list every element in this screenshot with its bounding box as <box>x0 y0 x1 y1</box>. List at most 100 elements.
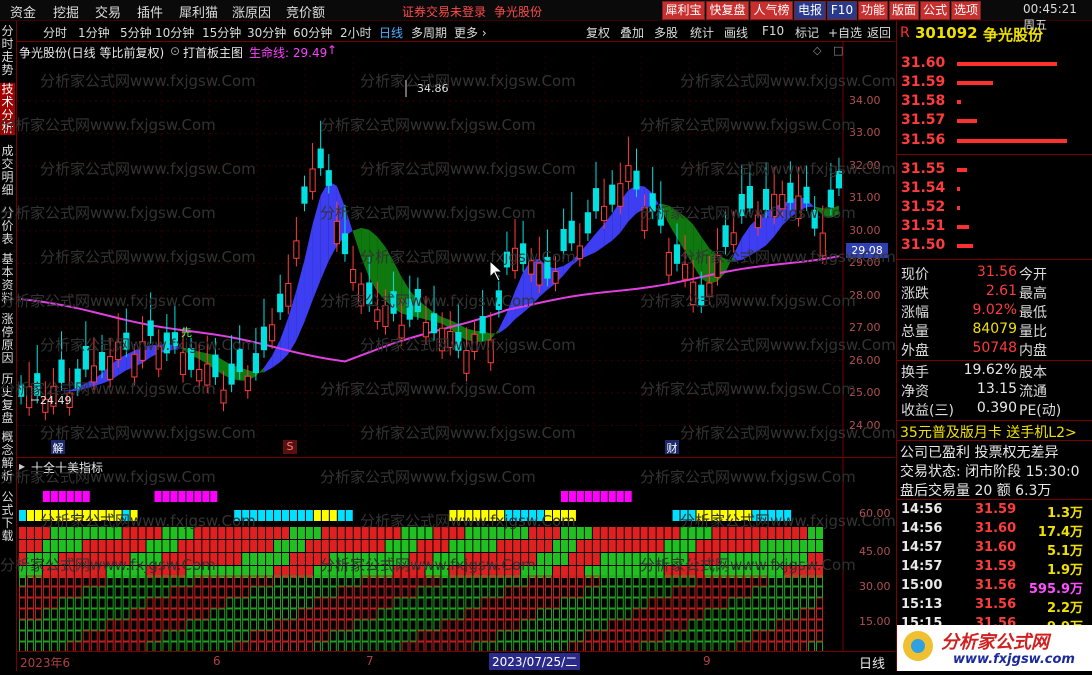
signal-cell <box>465 553 473 565</box>
period-indicator[interactable]: 日线 <box>859 653 885 672</box>
signal-cell-outline <box>720 619 728 631</box>
tab-concept[interactable]: 概念解析 <box>0 431 15 483</box>
signal-cell <box>465 527 473 539</box>
xilibao-button[interactable]: 犀利宝 <box>662 1 705 20</box>
function-button[interactable]: 功能 <box>858 1 888 20</box>
period-30min[interactable]: 30分钟 <box>247 24 286 41</box>
signal-cell-outline <box>186 619 194 631</box>
signal-cell <box>537 540 545 552</box>
f10-button[interactable]: F10 <box>762 24 784 38</box>
signal-cell-outline <box>808 597 816 609</box>
tab-technical[interactable]: 技术分析 <box>0 83 15 135</box>
signal-cell <box>497 540 505 552</box>
signal-cell-outline <box>58 597 66 609</box>
signal-cell <box>720 527 728 539</box>
menu-item-trade[interactable]: 交易 <box>95 2 121 21</box>
tab-price-table[interactable]: 分价表 <box>0 207 15 246</box>
formula-button[interactable]: 公式 <box>920 1 950 20</box>
tab-formula-download[interactable]: 公式下载 <box>0 491 15 543</box>
subchart-menu-icon[interactable]: ▸ <box>19 459 25 473</box>
signal-cell <box>417 527 425 539</box>
menu-item-xilimao[interactable]: 犀利猫 <box>179 2 218 21</box>
event-s-marker[interactable]: S <box>283 440 297 454</box>
period-5min[interactable]: 5分钟 <box>120 24 152 41</box>
signal-cell <box>505 553 513 565</box>
add-watchlist-button[interactable]: +自选 <box>828 24 862 41</box>
menu-item-auction[interactable]: 竞价额 <box>286 2 325 21</box>
signal-cell-outline <box>74 608 82 620</box>
promo-link[interactable]: 35元普及版月卡 送手机L2> <box>900 422 1077 442</box>
login-notice[interactable]: 证券交易未登录 <box>402 3 486 20</box>
mark-button[interactable]: 标记 <box>795 24 819 41</box>
signal-cell <box>672 527 680 539</box>
signal-cell-outline <box>186 586 194 598</box>
signal-cell <box>385 553 393 565</box>
layout-button[interactable]: 版面 <box>889 1 919 20</box>
multi-stock-button[interactable]: 多股 <box>654 24 678 41</box>
signal-cell-outline <box>74 586 82 598</box>
unlock-marker[interactable]: 解 <box>51 440 65 455</box>
signal-cell-outline <box>242 586 250 598</box>
signal-cell-outline <box>146 608 154 620</box>
adjust-button[interactable]: 复权 <box>586 24 610 41</box>
signal-cell-outline <box>369 608 377 620</box>
signal-cell-outline <box>226 586 234 598</box>
signal-cell-outline <box>624 586 632 598</box>
popularity-button[interactable]: 人气榜 <box>750 1 793 20</box>
period-1min[interactable]: 1分钟 <box>78 24 110 41</box>
candle-body <box>609 184 616 205</box>
period-2hour[interactable]: 2小时 <box>340 24 372 41</box>
options-button[interactable]: 选项 <box>951 1 981 20</box>
formula-expand-icon[interactable]: ⊙ <box>170 44 180 58</box>
diamond-icon[interactable]: ◇ <box>813 44 821 57</box>
menu-item-mining[interactable]: 挖掘 <box>53 2 79 21</box>
finance-marker[interactable]: 财 <box>665 440 679 455</box>
back-button[interactable]: 返回 <box>867 24 891 41</box>
tab-trade-details[interactable]: 成交明细 <box>0 145 15 197</box>
signal-cell <box>282 540 289 552</box>
indicator-subchart[interactable]: ▸ 十全十美指标 60.00 45.00 30.00 15.00 <box>17 457 895 652</box>
menu-item-funds[interactable]: 资金 <box>10 2 36 21</box>
menu-item-plugins[interactable]: 插件 <box>137 2 163 21</box>
tab-basic-info[interactable]: 基本资料 <box>0 253 15 305</box>
signal-cell-outline <box>393 586 401 598</box>
signal-cell <box>680 540 688 552</box>
period-more[interactable]: 更多 › <box>454 24 487 41</box>
menu-item-limit-reason[interactable]: 涨原因 <box>232 2 271 21</box>
formula-name[interactable]: 打首板主图 <box>183 44 243 61</box>
signal-cell <box>19 510 26 521</box>
period-multi[interactable]: 多周期 <box>411 24 447 41</box>
signal-cell <box>266 553 274 565</box>
period-intraday[interactable]: 分时 <box>43 24 67 41</box>
kline-svg[interactable] <box>17 42 895 456</box>
signal-cell-outline <box>648 586 656 598</box>
quick-review-button[interactable]: 快复盘 <box>706 1 749 20</box>
period-15min[interactable]: 15分钟 <box>202 24 241 41</box>
main-kline-chart[interactable]: 争光股份(日线 等比前复权) ⊙ 打首板主图 生命线: 29.49 ↑ ◇ □ … <box>17 42 895 456</box>
tab-history-review[interactable]: 历史复盘 <box>0 373 15 425</box>
signal-cell-outline <box>162 597 170 609</box>
promo-divider <box>897 420 1092 421</box>
period-60min[interactable]: 60分钟 <box>293 24 332 41</box>
signal-cell <box>154 540 162 552</box>
signal-cell <box>529 540 537 552</box>
period-10min[interactable]: 10分钟 <box>155 24 194 41</box>
statistics-button[interactable]: 统计 <box>690 24 714 41</box>
signal-cell <box>345 510 353 521</box>
telegraph-button[interactable]: 电报 <box>794 1 826 20</box>
overlay-button[interactable]: 叠加 <box>620 24 644 41</box>
signal-cell-outline <box>712 608 720 620</box>
period-daily[interactable]: 日线 <box>379 24 403 41</box>
signal-cell <box>154 491 162 502</box>
signal-cell-outline <box>600 597 608 609</box>
signal-cell-outline <box>42 608 50 620</box>
panel-close-icon[interactable]: □ <box>833 44 843 57</box>
tab-limit-reason[interactable]: 涨停原因 <box>0 313 15 365</box>
draw-line-button[interactable]: 画线 <box>724 24 748 41</box>
top-menu-bar: 资金 挖掘 交易 插件 犀利猫 涨原因 竞价额 证券交易未登录 争光股份 犀利宝… <box>0 0 1092 32</box>
tab-intraday[interactable]: 分时走势 <box>0 25 15 77</box>
indicator-svg[interactable] <box>17 458 895 652</box>
f10-top-button[interactable]: F10 <box>827 1 857 20</box>
subchart-title[interactable]: 十全十美指标 <box>31 459 103 476</box>
signal-cell <box>401 540 409 552</box>
